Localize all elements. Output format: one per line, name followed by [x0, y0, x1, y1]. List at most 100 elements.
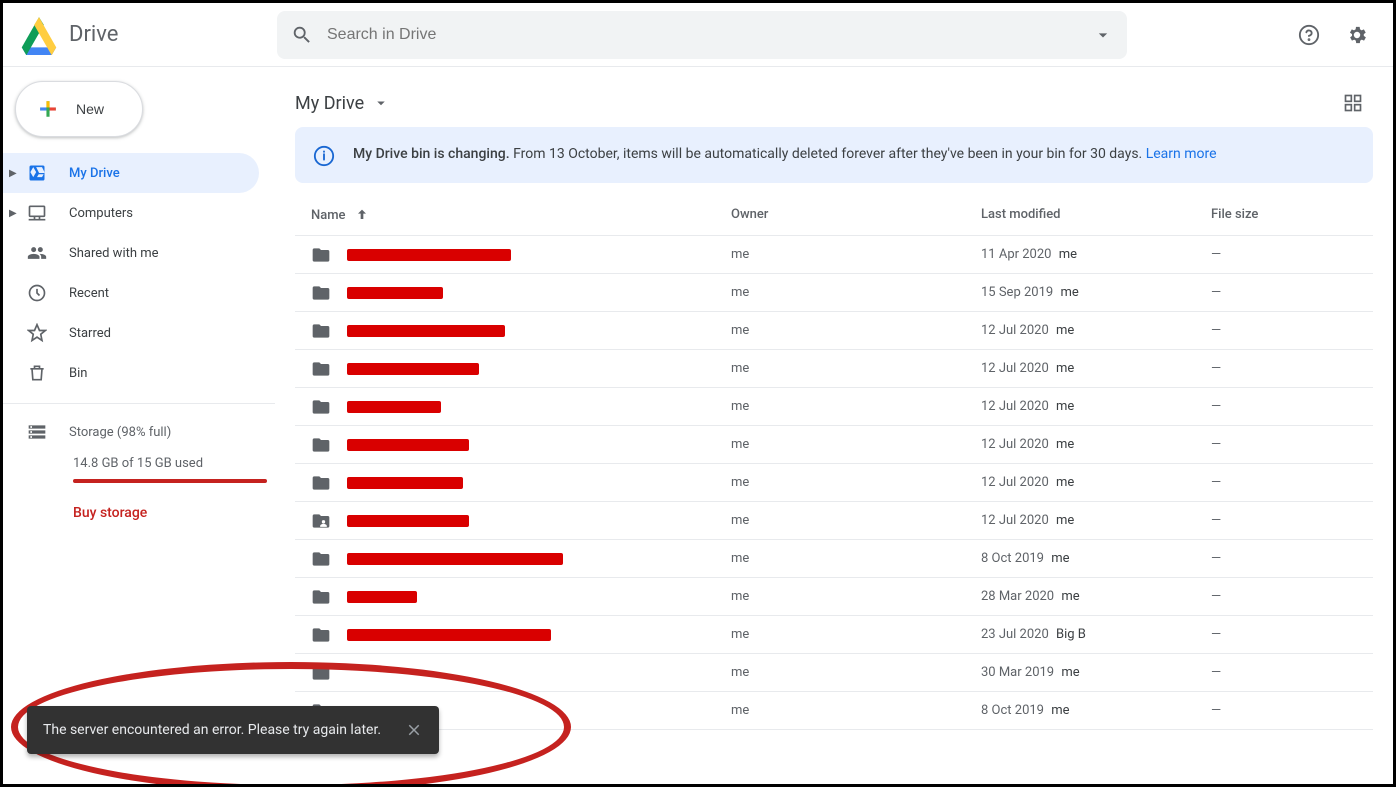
row-owner: me	[731, 285, 981, 300]
redacted-name	[347, 249, 511, 261]
row-modified: 28 Mar 2020 me	[981, 589, 1211, 604]
grid-icon	[1343, 93, 1363, 113]
folder-icon	[311, 473, 331, 493]
table-row[interactable]: me12 Jul 2020 me—	[295, 464, 1373, 502]
sidebar-item-starred[interactable]: Starred	[3, 313, 259, 353]
table-row[interactable]: me30 Mar 2019 me—	[295, 654, 1373, 692]
redacted-name	[347, 439, 469, 451]
path-button[interactable]: My Drive	[295, 93, 390, 114]
help-button[interactable]	[1289, 15, 1329, 55]
sidebar-item-recent[interactable]: Recent	[3, 273, 259, 313]
table-row[interactable]: me12 Jul 2020 me—	[295, 388, 1373, 426]
row-modified: 8 Oct 2019 me	[981, 703, 1211, 718]
col-name[interactable]: Name	[311, 207, 731, 223]
table-row[interactable]: me12 Jul 2020 me—	[295, 426, 1373, 464]
row-modified: 11 Apr 2020 me	[981, 247, 1211, 262]
computers-icon	[27, 203, 47, 223]
close-icon[interactable]	[405, 721, 423, 739]
folder-shared-icon	[311, 511, 331, 531]
row-modified: 12 Jul 2020 me	[981, 361, 1211, 376]
banner-bold: My Drive bin is changing.	[353, 146, 510, 162]
search-options-icon[interactable]	[1093, 25, 1113, 45]
sidebar: New ▶ My Drive ▶ Computers Shared with m…	[3, 67, 275, 784]
bin-icon	[27, 363, 47, 383]
row-owner: me	[731, 589, 981, 604]
expand-icon[interactable]: ▶	[9, 208, 17, 219]
row-owner: me	[731, 323, 981, 338]
main: My Drive My Drive bin is changing. From …	[275, 67, 1393, 784]
view-grid-button[interactable]	[1333, 83, 1373, 123]
new-button-label: New	[76, 101, 104, 117]
row-modified: 15 Sep 2019 me	[981, 285, 1211, 300]
row-modified: 12 Jul 2020 me	[981, 513, 1211, 528]
table-row[interactable]: me23 Jul 2020 Big B—	[295, 616, 1373, 654]
table-row[interactable]: me12 Jul 2020 me—	[295, 350, 1373, 388]
row-owner: me	[731, 437, 981, 452]
folder-icon	[311, 435, 331, 455]
table-row[interactable]: me11 Apr 2020 me—	[295, 236, 1373, 274]
table-row[interactable]: me15 Sep 2019 me—	[295, 274, 1373, 312]
table-row[interactable]: me8 Oct 2019 me—	[295, 692, 1373, 730]
col-modified[interactable]: Last modified	[981, 207, 1211, 223]
row-modified: 8 Oct 2019 me	[981, 551, 1211, 566]
search-input[interactable]	[327, 26, 1079, 44]
sidebar-item-shared[interactable]: Shared with me	[3, 233, 259, 273]
folder-icon	[311, 359, 331, 379]
redacted-name	[347, 553, 563, 565]
redacted-name	[347, 629, 551, 641]
row-owner: me	[731, 513, 981, 528]
search-bar[interactable]	[277, 11, 1127, 59]
row-owner: me	[731, 399, 981, 414]
help-icon	[1298, 24, 1320, 46]
file-rows: me11 Apr 2020 me—me15 Sep 2019 me—me12 J…	[295, 236, 1373, 784]
table-row[interactable]: me28 Mar 2020 me—	[295, 578, 1373, 616]
row-owner: me	[731, 627, 981, 642]
drive-logo-icon	[19, 15, 59, 55]
recent-icon	[27, 283, 47, 303]
sidebar-item-mydrive[interactable]: ▶ My Drive	[3, 153, 259, 193]
new-button[interactable]: New	[15, 81, 143, 137]
redacted-name	[347, 477, 463, 489]
row-size: —	[1211, 665, 1365, 680]
row-size: —	[1211, 361, 1365, 376]
row-size: —	[1211, 703, 1365, 718]
plus-icon	[34, 95, 62, 123]
banner-rest: From 13 October, items will be automatic…	[513, 146, 1142, 162]
path-row: My Drive	[295, 79, 1373, 127]
table-row[interactable]: me12 Jul 2020 me—	[295, 312, 1373, 350]
col-owner[interactable]: Owner	[731, 207, 981, 223]
sidebar-item-label: Shared with me	[69, 246, 159, 261]
sidebar-item-bin[interactable]: Bin	[3, 353, 259, 393]
sidebar-item-label: Starred	[69, 326, 111, 341]
logo-wrap[interactable]: Drive	[19, 15, 257, 55]
table-row[interactable]: me8 Oct 2019 me—	[295, 540, 1373, 578]
search-icon	[291, 24, 313, 46]
learn-more-link[interactable]: Learn more	[1146, 146, 1217, 162]
row-owner: me	[731, 703, 981, 718]
redacted-name	[347, 287, 443, 299]
toast-text: The server encountered an error. Please …	[43, 722, 381, 738]
sidebar-item-computers[interactable]: ▶ Computers	[3, 193, 259, 233]
divider	[3, 403, 275, 404]
row-modified: 12 Jul 2020 me	[981, 437, 1211, 452]
row-owner: me	[731, 475, 981, 490]
settings-button[interactable]	[1337, 15, 1377, 55]
row-size: —	[1211, 589, 1365, 604]
col-size[interactable]: File size	[1211, 207, 1365, 223]
row-modified: 12 Jul 2020 me	[981, 399, 1211, 414]
table-row[interactable]: me12 Jul 2020 me—	[295, 502, 1373, 540]
buy-storage-link[interactable]: Buy storage	[73, 505, 275, 521]
storage-label: Storage (98% full)	[69, 425, 171, 440]
redacted-name	[347, 591, 417, 603]
storage-link[interactable]: Storage (98% full)	[27, 422, 275, 442]
folder-icon	[311, 549, 331, 569]
star-icon	[27, 323, 47, 343]
row-size: —	[1211, 285, 1365, 300]
row-modified: 23 Jul 2020 Big B	[981, 627, 1211, 642]
error-toast: The server encountered an error. Please …	[27, 706, 439, 754]
info-banner: My Drive bin is changing. From 13 Octobe…	[295, 127, 1373, 183]
expand-icon[interactable]: ▶	[9, 168, 17, 179]
row-size: —	[1211, 627, 1365, 642]
search-wrap	[277, 11, 1127, 59]
sidebar-item-label: Recent	[69, 286, 109, 301]
